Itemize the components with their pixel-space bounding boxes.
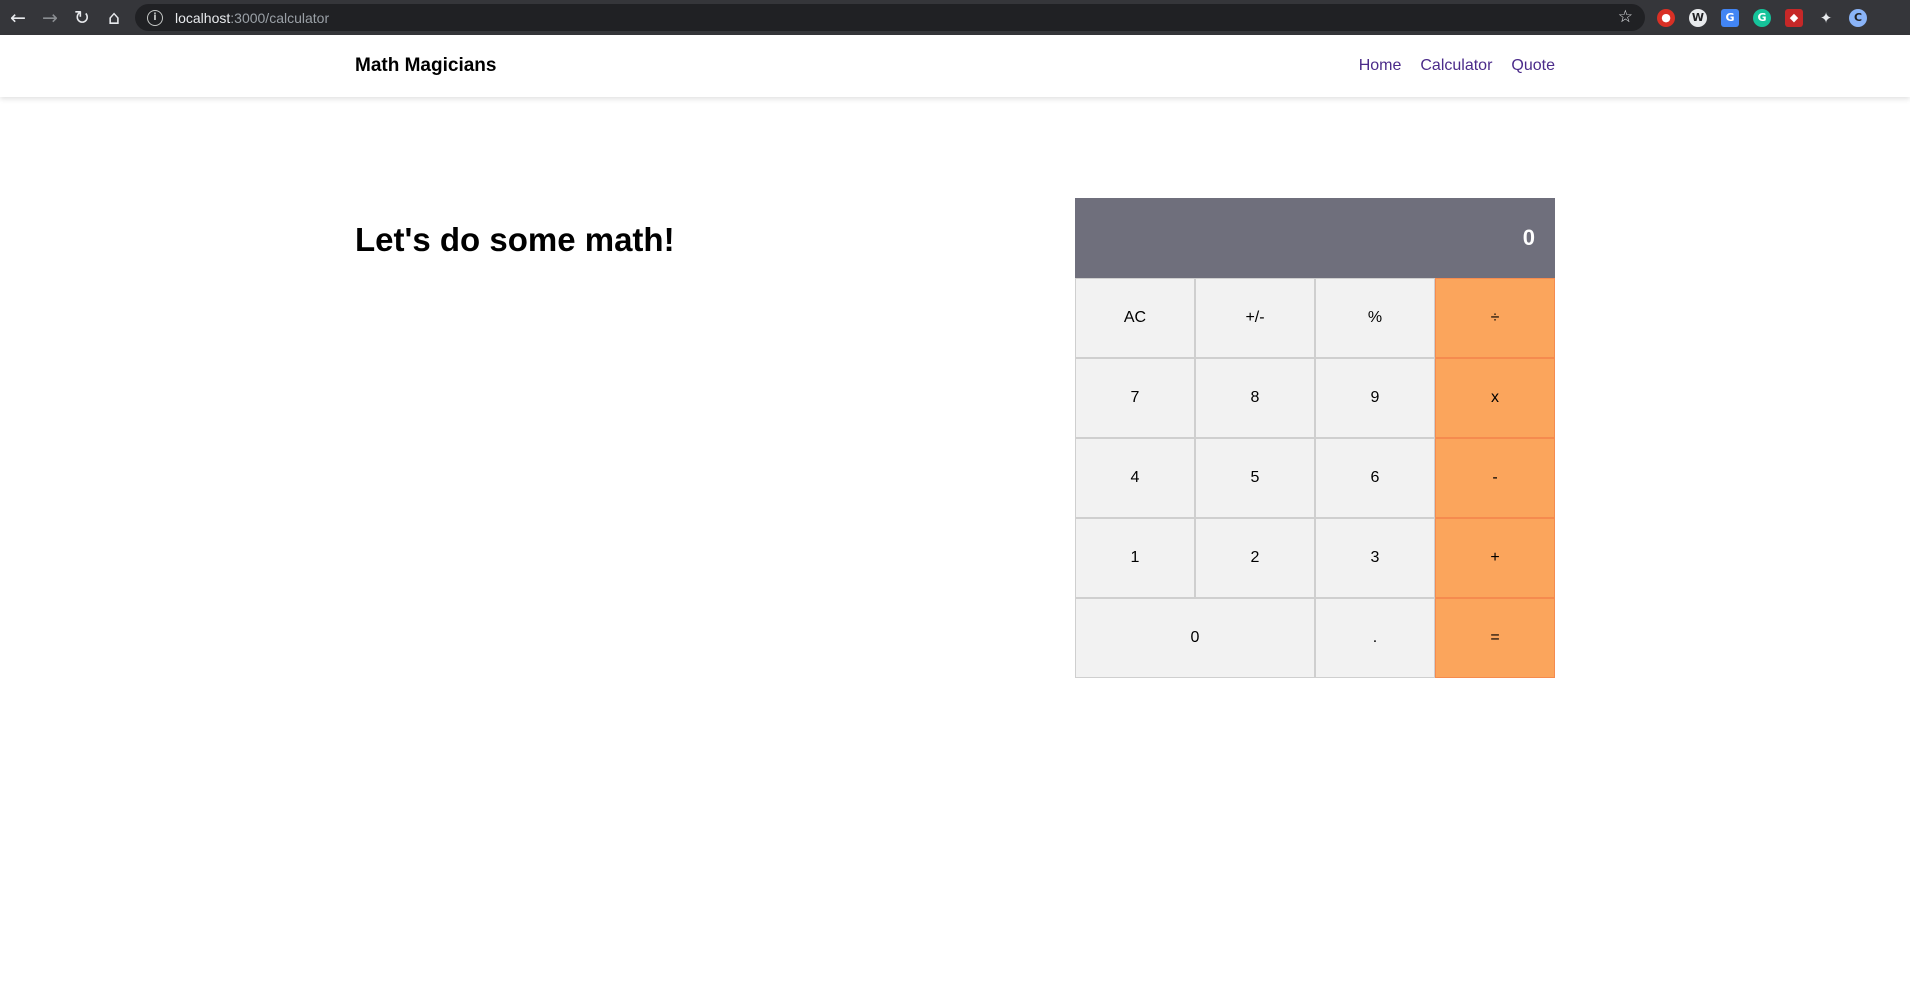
key-6[interactable]: 6 xyxy=(1315,438,1435,518)
nav-link-home[interactable]: Home xyxy=(1359,57,1402,75)
key-add[interactable]: + xyxy=(1435,518,1555,598)
calculator-display: 0 xyxy=(1075,198,1555,278)
browser-toolbar: ← → ↻ ⌂ i localhost:3000/calculator ☆ ● … xyxy=(0,0,1910,35)
translate-extension-icon[interactable]: G xyxy=(1721,8,1739,27)
key-2[interactable]: 2 xyxy=(1195,518,1315,598)
key-equals[interactable]: = xyxy=(1435,598,1555,678)
red-square-extension-icon[interactable]: ◆ xyxy=(1785,8,1803,27)
key-divide[interactable]: ÷ xyxy=(1435,278,1555,358)
key-decimal[interactable]: . xyxy=(1315,598,1435,678)
reload-icon[interactable]: ↻ xyxy=(66,0,98,35)
site-info-icon[interactable]: i xyxy=(147,9,163,26)
key-multiply[interactable]: x xyxy=(1435,358,1555,438)
brand-title: Math Magicians xyxy=(355,55,497,76)
key-9[interactable]: 9 xyxy=(1315,358,1435,438)
key-3[interactable]: 3 xyxy=(1315,518,1435,598)
nav-links: Home Calculator Quote xyxy=(1359,57,1555,75)
url-text[interactable]: localhost:3000/calculator xyxy=(175,10,329,26)
address-bar[interactable]: i localhost:3000/calculator ☆ xyxy=(135,4,1645,31)
key-5[interactable]: 5 xyxy=(1195,438,1315,518)
calculator: 0 AC +/- % ÷ 7 8 9 x 4 5 6 - 1 2 3 + 0 .… xyxy=(1075,198,1555,678)
app-navbar: Math Magicians Home Calculator Quote xyxy=(0,35,1910,97)
red-extension-icon[interactable]: ● xyxy=(1657,8,1675,27)
profile-avatar-icon[interactable]: C xyxy=(1849,8,1867,27)
key-subtract[interactable]: - xyxy=(1435,438,1555,518)
key-sign[interactable]: +/- xyxy=(1195,278,1315,358)
key-7[interactable]: 7 xyxy=(1075,358,1195,438)
bookmark-star-icon[interactable]: ☆ xyxy=(1618,7,1633,27)
key-clear[interactable]: AC xyxy=(1075,278,1195,358)
page-heading: Let's do some math! xyxy=(355,221,675,258)
grammarly-extension-icon[interactable]: G xyxy=(1753,8,1771,27)
key-percent[interactable]: % xyxy=(1315,278,1435,358)
nav-link-calculator[interactable]: Calculator xyxy=(1420,57,1492,75)
extensions-bar: ● W G G ◆ ✦ C xyxy=(1657,0,1881,35)
puzzle-extensions-icon[interactable]: ✦ xyxy=(1817,9,1835,27)
nav-link-quote[interactable]: Quote xyxy=(1511,57,1555,75)
key-8[interactable]: 8 xyxy=(1195,358,1315,438)
back-arrow-icon[interactable]: ← xyxy=(2,0,34,35)
home-icon[interactable]: ⌂ xyxy=(98,0,130,35)
key-0[interactable]: 0 xyxy=(1075,598,1315,678)
key-4[interactable]: 4 xyxy=(1075,438,1195,518)
forward-arrow-icon[interactable]: → xyxy=(34,0,66,35)
key-1[interactable]: 1 xyxy=(1075,518,1195,598)
w-extension-icon[interactable]: W xyxy=(1689,8,1707,27)
